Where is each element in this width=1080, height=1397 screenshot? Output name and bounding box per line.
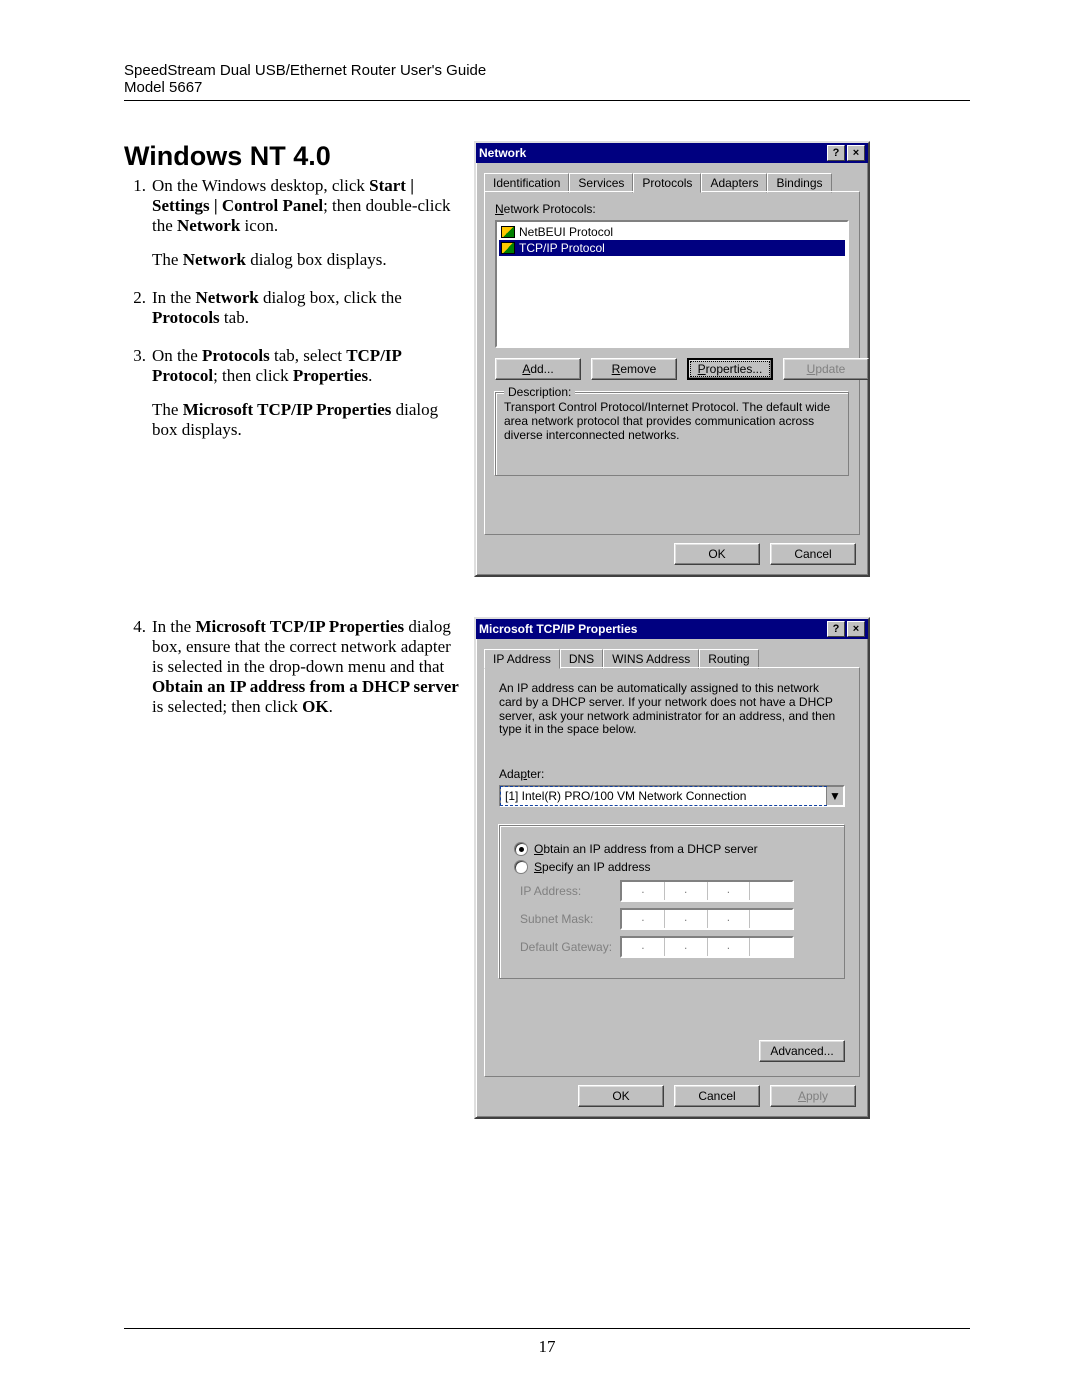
- help-icon[interactable]: ?: [827, 145, 845, 161]
- list-item[interactable]: TCP/IP Protocol: [499, 240, 845, 256]
- list-item[interactable]: NetBEUI Protocol: [499, 224, 845, 240]
- radio-specify-ip[interactable]: Specify an IP address: [514, 860, 830, 874]
- adapter-label: Adapter:: [499, 767, 845, 781]
- remove-button[interactable]: Remove: [591, 358, 677, 380]
- tab-routing[interactable]: Routing: [699, 649, 758, 669]
- step-2: 2. In the Network dialog box, click the …: [124, 288, 464, 328]
- close-icon[interactable]: ×: [847, 621, 865, 637]
- ok-button[interactable]: OK: [674, 543, 760, 565]
- protocol-icon: [501, 226, 515, 238]
- tab-ip-address[interactable]: IP Address: [484, 649, 560, 669]
- description-text: Transport Control Protocol/Internet Prot…: [504, 401, 840, 442]
- step-4: 4. In the Microsoft TCP/IP Properties di…: [124, 617, 464, 717]
- cancel-button[interactable]: Cancel: [770, 543, 856, 565]
- tcpip-dialog: Microsoft TCP/IP Properties ? × IP Addre…: [474, 617, 870, 1119]
- tab-bindings[interactable]: Bindings: [767, 173, 831, 193]
- ip-address-field: IP Address: ...: [520, 880, 830, 902]
- tab-strip: Identification Services Protocols Adapte…: [484, 173, 860, 193]
- tab-dns[interactable]: DNS: [560, 649, 603, 669]
- header-title: SpeedStream Dual USB/Ethernet Router Use…: [124, 62, 970, 79]
- subnet-mask-field: Subnet Mask: ...: [520, 908, 830, 930]
- close-icon[interactable]: ×: [847, 145, 865, 161]
- properties-button[interactable]: Properties...: [687, 358, 773, 380]
- dialog-title: Network: [479, 146, 825, 160]
- tab-services[interactable]: Services: [569, 173, 633, 193]
- update-button[interactable]: Update: [783, 358, 869, 380]
- list-label: Network Protocols:: [495, 202, 849, 216]
- section-heading: Windows NT 4.0: [124, 141, 464, 172]
- apply-button[interactable]: Apply: [770, 1085, 856, 1107]
- step-3: 3. On the Protocols tab, select TCP/IP P…: [124, 346, 464, 440]
- titlebar[interactable]: Network ? ×: [476, 143, 868, 163]
- dialog-title: Microsoft TCP/IP Properties: [479, 622, 825, 636]
- protocol-listbox[interactable]: NetBEUI Protocol TCP/IP Protocol: [495, 220, 849, 348]
- step-1: 1. On the Windows desktop, click Start |…: [124, 176, 464, 270]
- chevron-down-icon[interactable]: ▼: [826, 787, 843, 805]
- ok-button[interactable]: OK: [578, 1085, 664, 1107]
- intro-text: An IP address can be automatically assig…: [499, 682, 845, 737]
- radio-icon: [514, 860, 528, 874]
- tab-strip: IP Address DNS WINS Address Routing: [484, 649, 860, 669]
- tab-protocols[interactable]: Protocols: [633, 173, 701, 193]
- header-model: Model 5667: [124, 79, 970, 96]
- advanced-button[interactable]: Advanced...: [759, 1040, 845, 1062]
- adapter-combobox[interactable]: [1] Intel(R) PRO/100 VM Network Connecti…: [499, 785, 845, 807]
- tab-identification[interactable]: Identification: [484, 173, 569, 193]
- add-button[interactable]: Add...: [495, 358, 581, 380]
- help-icon[interactable]: ?: [827, 621, 845, 637]
- adapter-value: [1] Intel(R) PRO/100 VM Network Connecti…: [501, 787, 826, 805]
- footer-rule: [124, 1328, 970, 1329]
- tab-adapters[interactable]: Adapters: [701, 173, 767, 193]
- page-number: 17: [124, 1337, 970, 1357]
- radio-icon: [514, 842, 528, 856]
- header-rule: [124, 100, 970, 101]
- default-gateway-field: Default Gateway: ...: [520, 936, 830, 958]
- titlebar[interactable]: Microsoft TCP/IP Properties ? ×: [476, 619, 868, 639]
- description-label: Description:: [504, 385, 575, 399]
- tab-wins[interactable]: WINS Address: [603, 649, 699, 669]
- cancel-button[interactable]: Cancel: [674, 1085, 760, 1107]
- radio-obtain-dhcp[interactable]: Obtain an IP address from a DHCP server: [514, 842, 830, 856]
- network-dialog: Network ? × Identification Services Prot…: [474, 141, 870, 577]
- protocol-icon: [501, 242, 515, 254]
